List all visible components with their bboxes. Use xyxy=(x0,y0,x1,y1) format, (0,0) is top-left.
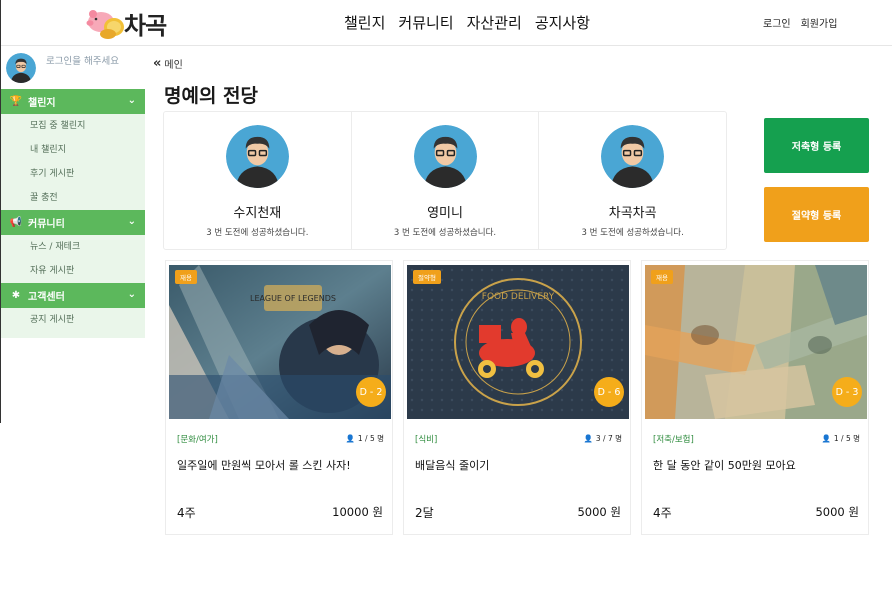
sidebar-item-free-board[interactable]: 자유 게시판 xyxy=(1,259,145,283)
nav-challenge[interactable]: 챌린지 xyxy=(344,12,385,33)
challenge-title: 배달음식 줄이기 xyxy=(415,459,490,472)
challenge-category: [문화/여가] xyxy=(177,435,218,445)
participants: 👤 1 / 5 명 xyxy=(346,433,384,444)
sidebar-submenu-challenge: 모집 중 챌린지 내 챌린지 후기 게시판 꿀 충전 xyxy=(1,114,145,210)
delivery-logo-text: FOOD DELIVERY xyxy=(482,292,555,302)
sidebar-section-challenge[interactable]: 🏆 챌린지 ⌄ xyxy=(1,89,145,114)
challenge-type-badge: 재용 xyxy=(175,270,197,284)
login-prompt[interactable]: 로그인을 해주세요 xyxy=(46,53,119,67)
participants: 👤 3 / 7 명 xyxy=(584,433,622,444)
dday-badge: D - 3 xyxy=(832,377,862,407)
sidebar-item-news[interactable]: 뉴스 / 재테크 xyxy=(1,235,145,259)
logo-text: 차곡 xyxy=(124,11,167,40)
challenge-category: [식비] xyxy=(415,435,438,445)
section-title: 고객센터 xyxy=(28,292,65,303)
hof-desc: 3 번 도전에 성공하셨습니다. xyxy=(393,228,497,238)
challenge-title: 한 달 동안 같이 50만원 모아요 xyxy=(653,459,796,472)
person-icon: 👤 xyxy=(345,434,355,443)
challenge-type-badge: 절약형 xyxy=(413,270,441,284)
sidebar: 로그인을 해주세요 🏆 챌린지 ⌄ 모집 중 챌린지 내 챌린지 후기 게시판 … xyxy=(1,47,145,423)
sidebar-item-review-board[interactable]: 후기 게시판 xyxy=(1,162,145,186)
sidebar-item-my-challenges[interactable]: 내 챌린지 xyxy=(1,138,145,162)
sidebar-submenu-customer-center: 공지 게시판 xyxy=(1,308,145,338)
participant-count: 1 / 5 명 xyxy=(833,434,860,443)
asterisk-icon: ✱ xyxy=(11,290,21,301)
megaphone-icon: 📢 xyxy=(9,217,23,228)
double-chevron-left-icon: « xyxy=(153,56,162,71)
participant-count: 1 / 5 명 xyxy=(357,434,384,443)
auth-links: 로그인 회원가입 xyxy=(763,15,837,30)
person-icon: 👤 xyxy=(821,434,831,443)
section-title: 챌린지 xyxy=(28,98,56,109)
hof-name: 영미니 xyxy=(427,206,463,221)
pig-coin-logo-icon xyxy=(84,5,128,41)
breadcrumb-label: 메인 xyxy=(164,60,183,71)
challenge-price: 5000 원 xyxy=(577,505,621,519)
top-header: 차곡 챌린지 커뮤니티 자산관리 공지사항 로그인 회원가입 xyxy=(0,0,892,423)
user-avatar xyxy=(6,53,36,83)
game-logo-text: LEAGUE OF LEGENDS xyxy=(250,294,336,303)
person-icon: 👤 xyxy=(583,434,593,443)
challenge-price: 10000 원 xyxy=(332,505,383,519)
challenge-card[interactable]: 재용 D - 3 [저축/보험] 👤 1 / 5 명 한 달 동안 같이 50만… xyxy=(641,260,869,535)
chevron-down-icon: ⌄ xyxy=(127,95,136,106)
dday-badge: D - 2 xyxy=(356,377,386,407)
hof-name: 차곡차곡 xyxy=(608,206,657,221)
challenge-card[interactable]: LEAGUE OF LEGENDS 재용 D - 2 [문화/여가] 👤 1 /… xyxy=(165,260,393,535)
hof-card[interactable]: 영미니 3 번 도전에 성공하셨습니다. xyxy=(352,112,540,249)
avatar xyxy=(225,125,289,188)
challenge-type-badge: 재용 xyxy=(651,270,673,284)
challenge-period: 4주 xyxy=(177,506,196,520)
signup-link[interactable]: 회원가입 xyxy=(801,15,838,30)
chevron-down-icon: ⌄ xyxy=(127,216,136,227)
avatar xyxy=(413,125,477,188)
nav-notice[interactable]: 공지사항 xyxy=(535,12,590,33)
challenge-period: 2달 xyxy=(415,506,434,520)
sidebar-submenu-community: 뉴스 / 재테크 자유 게시판 xyxy=(1,235,145,283)
hof-desc: 3 번 도전에 성공하셨습니다. xyxy=(581,228,684,238)
breadcrumb[interactable]: « 메인 xyxy=(153,56,183,71)
hall-of-fame: 수지천재 3 번 도전에 성공하셨습니다. 영미니 3 번 도전에 성공하셨습니… xyxy=(163,111,727,250)
dday-badge: D - 6 xyxy=(594,377,624,407)
participants: 👤 1 / 5 명 xyxy=(822,433,860,444)
challenge-card[interactable]: FOOD DELIVERY 절약형 D - 6 [식비] 👤 3 / 7 명 배… xyxy=(403,260,631,535)
sidebar-section-community[interactable]: 📢 커뮤니티 ⌄ xyxy=(1,210,145,235)
sidebar-user[interactable]: 로그인을 해주세요 xyxy=(1,47,145,89)
challenge-title: 일주일에 만원씩 모아서 롤 스킨 사자! xyxy=(177,459,351,472)
challenge-price: 5000 원 xyxy=(815,505,859,519)
sidebar-item-notice-board[interactable]: 공지 게시판 xyxy=(1,308,145,332)
logo[interactable]: 차곡 xyxy=(84,4,167,42)
main-nav: 챌린지 커뮤니티 자산관리 공지사항 xyxy=(344,12,590,33)
frugal-register-button[interactable]: 절약형 등록 xyxy=(764,187,869,242)
chevron-down-icon: ⌄ xyxy=(127,289,136,300)
nav-asset-management[interactable]: 자산관리 xyxy=(467,12,522,33)
sidebar-item-honey-charge[interactable]: 꿀 충전 xyxy=(1,186,145,210)
hof-desc: 3 번 도전에 성공하셨습니다. xyxy=(206,228,309,238)
sidebar-item-recruiting-challenges[interactable]: 모집 중 챌린지 xyxy=(1,114,145,138)
trophy-icon: 🏆 xyxy=(9,96,23,107)
challenge-category: [저축/보험] xyxy=(653,435,694,445)
nav-community[interactable]: 커뮤니티 xyxy=(398,12,453,33)
hof-card[interactable]: 수지천재 3 번 도전에 성공하셨습니다. xyxy=(164,112,352,249)
hof-name: 수지천재 xyxy=(233,206,282,221)
section-title: 커뮤니티 xyxy=(28,219,65,230)
hof-card[interactable]: 차곡차곡 3 번 도전에 성공하셨습니다. xyxy=(539,112,726,249)
challenge-period: 4주 xyxy=(653,506,672,520)
page-title: 명예의 전당 xyxy=(164,85,259,107)
login-link[interactable]: 로그인 xyxy=(763,15,791,30)
participant-count: 3 / 7 명 xyxy=(595,434,622,443)
avatar xyxy=(601,125,665,188)
savings-register-button[interactable]: 저축형 등록 xyxy=(764,118,869,173)
sidebar-section-customer-center[interactable]: ✱ 고객센터 ⌄ xyxy=(1,283,145,308)
